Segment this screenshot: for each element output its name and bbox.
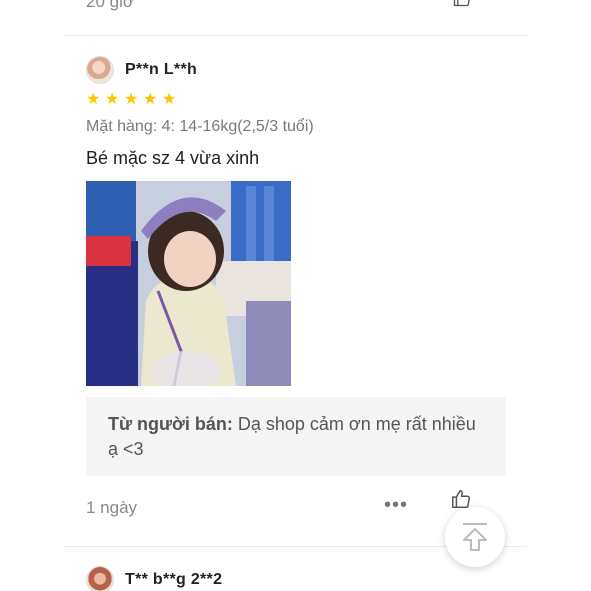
arrow-up-icon xyxy=(463,523,487,551)
previous-review-footer: 20 giờ ••• xyxy=(86,0,527,12)
reviewer-name: T** b**g 2**2 xyxy=(125,571,223,588)
review-footer: 1 ngày ••• xyxy=(86,490,506,522)
review-photo-image xyxy=(86,181,291,386)
review-photo[interactable] xyxy=(86,181,291,386)
star-icon: ★ xyxy=(143,91,158,108)
avatar[interactable] xyxy=(86,56,114,84)
product-variant: Mặt hàng: 4: 14-16kg(2,5/3 tuổi) xyxy=(86,118,314,135)
star-icon: ★ xyxy=(86,91,101,108)
next-review-header: T** b**g 2**2 xyxy=(86,566,222,591)
thumbs-up-icon[interactable] xyxy=(452,0,472,8)
reviews-page: 20 giờ ••• P**n L**h ★ ★ ★ ★ ★ Mặt hàng:… xyxy=(0,0,591,591)
scroll-to-top-button[interactable] xyxy=(445,507,505,567)
rating-stars: ★ ★ ★ ★ ★ xyxy=(86,92,506,108)
more-options-button[interactable]: ••• xyxy=(384,0,408,9)
seller-reply-label: Từ người bán: xyxy=(108,414,233,434)
star-icon: ★ xyxy=(162,91,177,108)
star-icon: ★ xyxy=(105,91,120,108)
review-item: P**n L**h ★ ★ ★ ★ ★ Mặt hàng: 4: 14-16kg… xyxy=(86,56,506,522)
review-text: Bé mặc sz 4 vừa xinh xyxy=(86,148,260,168)
reviewer-row: P**n L**h xyxy=(86,56,506,84)
more-options-button[interactable]: ••• xyxy=(384,494,408,517)
review-time: 20 giờ xyxy=(86,0,135,11)
avatar[interactable] xyxy=(86,566,114,591)
review-time: 1 ngày xyxy=(86,498,138,517)
seller-reply: Từ người bán: Dạ shop cảm ơn mẹ rất nhiề… xyxy=(86,397,506,476)
reviewer-name: P**n L**h xyxy=(125,61,198,78)
star-icon: ★ xyxy=(124,91,139,108)
divider xyxy=(64,35,527,36)
